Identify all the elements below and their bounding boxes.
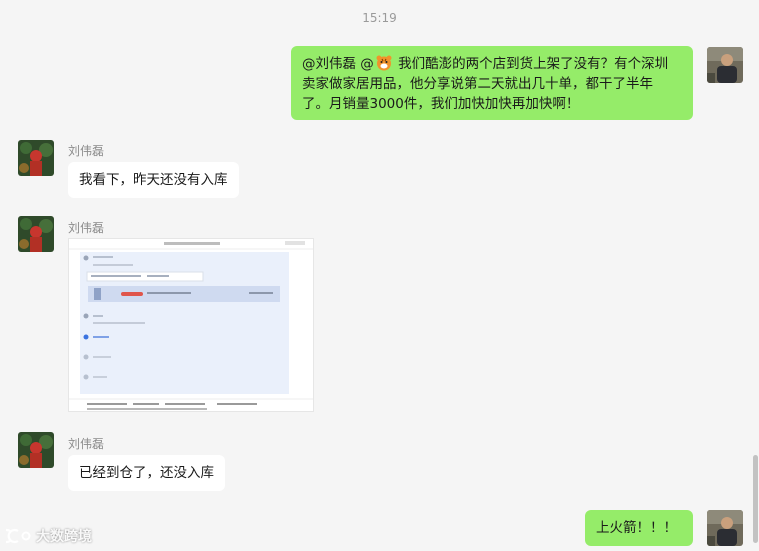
message-line-2: 卖家做家居用品，他分享说第二天就出几十单，都干了半年 bbox=[302, 76, 653, 92]
watermark: 大数跨境 bbox=[6, 526, 92, 546]
message-text: 我看下，昨天还没有入库 bbox=[79, 172, 228, 188]
message-text: 上火箭！！！ bbox=[596, 520, 677, 536]
my-avatar[interactable] bbox=[707, 47, 743, 83]
sender-name: 刘伟磊 bbox=[68, 437, 105, 451]
avatar-photo-icon bbox=[707, 47, 743, 83]
watermark-text: 大数跨境 bbox=[36, 529, 92, 545]
avatar-photo-icon bbox=[707, 510, 743, 546]
avatar-photo-icon bbox=[18, 216, 54, 252]
message-line-3: 了。月销量3000件，我们加快加快再加快啊！ bbox=[302, 96, 580, 112]
timestamp: 15:19 bbox=[362, 11, 397, 25]
contact-avatar[interactable] bbox=[18, 432, 54, 468]
watermark-logo-icon bbox=[6, 528, 31, 544]
my-avatar[interactable] bbox=[707, 510, 743, 546]
message-text-part-1: 我们酷澎的两个店到货上架了没有？有个深圳 bbox=[398, 56, 669, 72]
message-bubble-me-1[interactable]: @刘伟磊 @ 我们酷澎的两个店到货上架了没有？有个深圳 卖家做家居用品，他分享说… bbox=[291, 46, 693, 120]
mention-liuweilei[interactable]: @刘伟磊 bbox=[302, 56, 356, 72]
sender-name: 刘伟磊 bbox=[68, 221, 105, 235]
chat-scrollbar[interactable] bbox=[753, 455, 758, 543]
sender-name: 刘伟磊 bbox=[68, 144, 105, 158]
message-bubble-me-2[interactable]: 上火箭！！！ bbox=[585, 510, 693, 546]
message-text: 已经到仓了，还没入库 bbox=[79, 465, 214, 481]
message-bubble-other-1[interactable]: 我看下，昨天还没有入库 bbox=[68, 162, 239, 198]
avatar-photo-icon bbox=[18, 432, 54, 468]
contact-avatar[interactable] bbox=[18, 216, 54, 252]
tiger-emoji-icon bbox=[376, 55, 392, 71]
avatar-photo-icon bbox=[18, 140, 54, 176]
contact-avatar[interactable] bbox=[18, 140, 54, 176]
image-message[interactable] bbox=[68, 238, 314, 412]
message-line-1: @刘伟磊 @ 我们酷澎的两个店到货上架了没有？有个深圳 bbox=[302, 54, 682, 74]
message-bubble-other-2[interactable]: 已经到仓了，还没入库 bbox=[68, 455, 225, 491]
screenshot-thumbnail-icon bbox=[69, 239, 313, 411]
mention-tiger[interactable]: @ bbox=[360, 56, 374, 72]
